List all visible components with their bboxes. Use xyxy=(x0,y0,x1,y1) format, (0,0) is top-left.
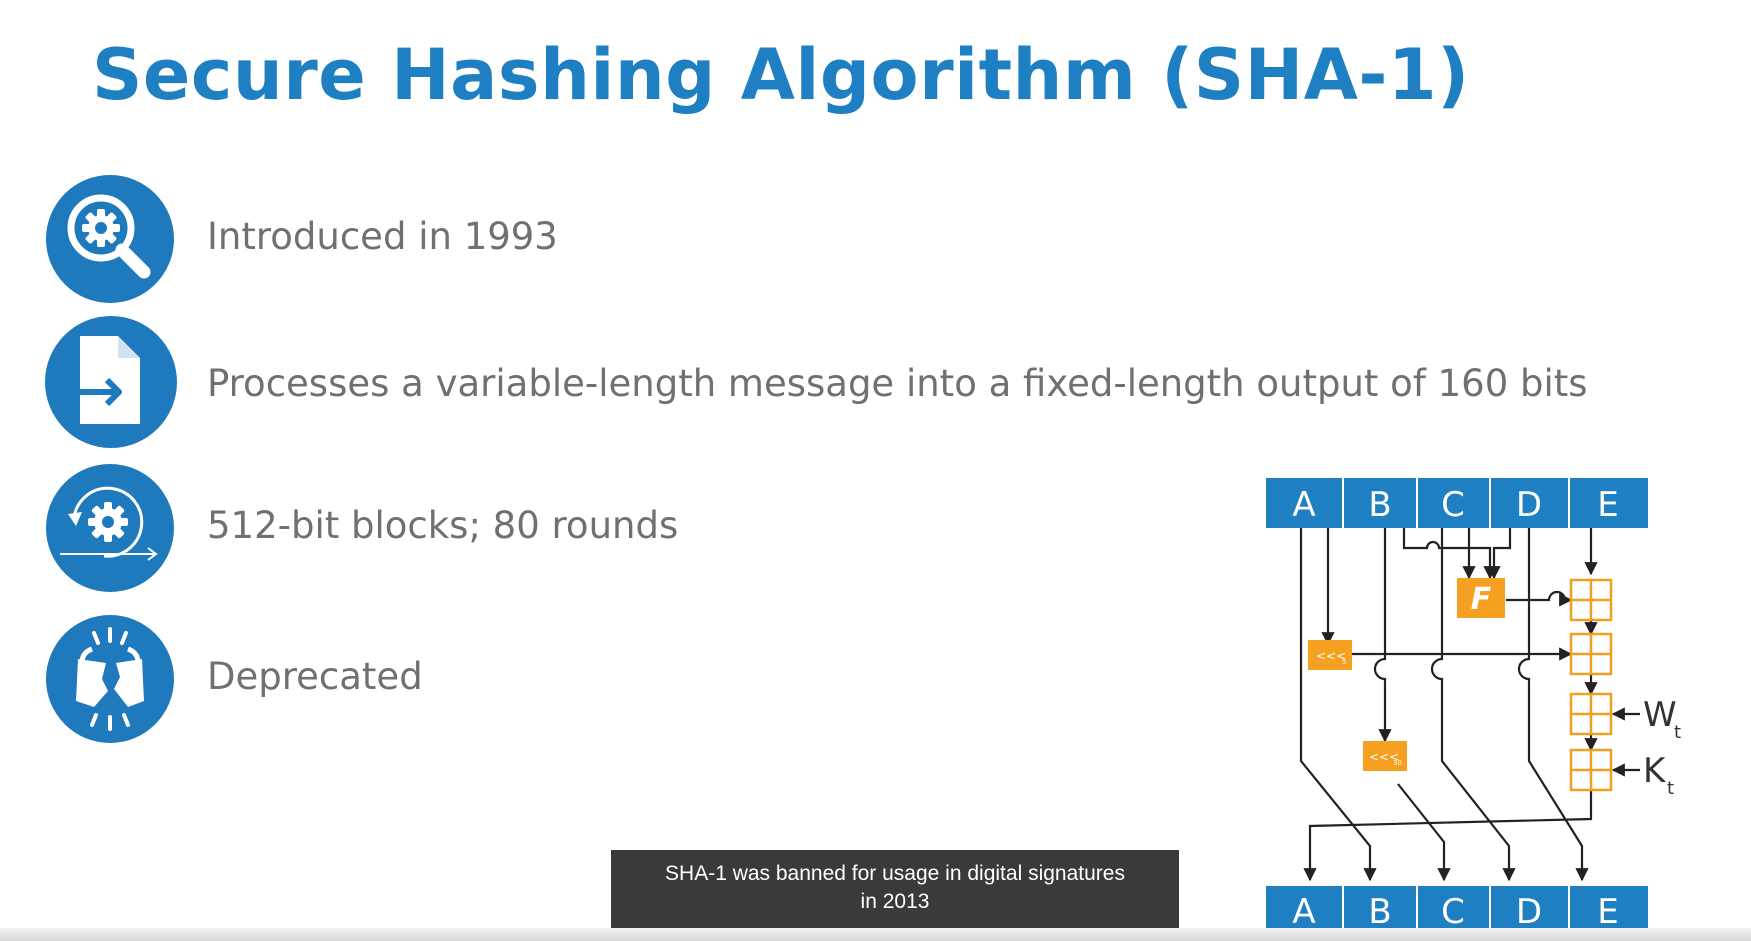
rotate-left-30-box: <<< 30 xyxy=(1363,741,1407,771)
register-c-top: C xyxy=(1441,485,1465,525)
register-d-top: D xyxy=(1516,485,1542,525)
caption-line-1: SHA-1 was banned for usage in digital si… xyxy=(665,862,1125,885)
w-input-letter: W xyxy=(1643,695,1677,735)
register-bar-bottom: A B C D E xyxy=(1266,886,1648,934)
modular-adder-3 xyxy=(1569,692,1613,736)
slide-title: Secure Hashing Algorithm (SHA-1) xyxy=(92,34,1470,116)
w-input-sub: t xyxy=(1674,722,1681,743)
bullet-item-deprecated: Deprecated xyxy=(46,615,1346,745)
bullet-text: Deprecated xyxy=(207,655,423,698)
bullet-text: Processes a variable-length message into… xyxy=(207,362,1588,405)
modular-adder-2 xyxy=(1569,632,1613,676)
rotate-left-5-n: 5 xyxy=(1342,658,1346,666)
bullet-item-blocks-rounds: 512-bit blocks; 80 rounds xyxy=(46,464,1346,594)
gear-cycle-icon xyxy=(46,464,174,592)
register-a-top: A xyxy=(1292,485,1315,525)
caption-line-2: in 2013 xyxy=(860,890,930,913)
register-c-bottom: C xyxy=(1441,892,1465,932)
bullet-text: Introduced in 1993 xyxy=(207,215,558,258)
bullet-item-introduced: Introduced in 1993 xyxy=(46,175,1346,305)
subtitle-caption: SHA-1 was banned for usage in digital si… xyxy=(611,850,1179,928)
footer-strip xyxy=(0,928,1751,941)
register-d-bottom: D xyxy=(1516,892,1542,932)
modular-adder-4 xyxy=(1569,748,1613,792)
bullet-text: 512-bit blocks; 80 rounds xyxy=(207,504,679,547)
rotate-left-5-box: <<< 5 xyxy=(1308,640,1352,670)
function-f-box: F xyxy=(1457,578,1505,618)
k-input-sub: t xyxy=(1667,778,1674,799)
register-a-bottom: A xyxy=(1292,892,1315,932)
register-b-bottom: B xyxy=(1368,892,1391,932)
rotate-left-30-n: 30 xyxy=(1393,759,1402,767)
sha1-round-diagram: A B C D E A B C D E F <<< 5 <<< 30 W t K… xyxy=(1266,478,1681,934)
bullet-item-processes: Processes a variable-length message into… xyxy=(45,316,1588,448)
modular-adder-1 xyxy=(1569,578,1613,622)
register-e-bottom: E xyxy=(1597,892,1618,932)
magnifier-gear-icon xyxy=(46,175,174,303)
document-arrow-icon xyxy=(45,316,177,448)
register-b-top: B xyxy=(1368,485,1391,525)
register-bar-top: A B C D E xyxy=(1266,478,1648,528)
k-input-letter: K xyxy=(1643,751,1667,791)
function-f-label: F xyxy=(1471,582,1492,617)
register-e-top: E xyxy=(1597,485,1618,525)
broken-icon xyxy=(46,615,174,743)
